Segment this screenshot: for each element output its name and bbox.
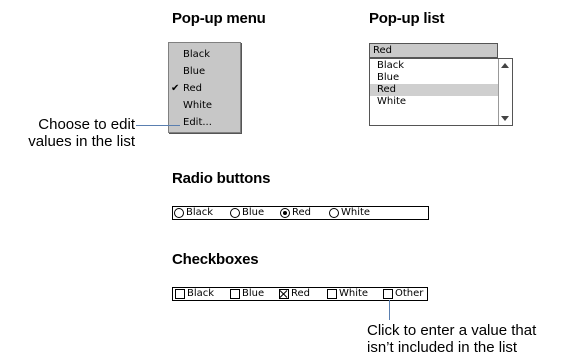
other-callout-connector [389, 300, 390, 320]
popup-menu-heading: Pop-up menu [172, 10, 266, 27]
menu-item-label: Edit... [183, 117, 212, 128]
radio-label: Blue [242, 207, 265, 218]
menu-item-label: Blue [183, 66, 206, 77]
list-item-black[interactable]: Black [370, 60, 498, 72]
radio-label: White [341, 207, 371, 218]
menu-item-edit[interactable]: Edit... [169, 114, 240, 131]
menu-item-label: Black [183, 49, 211, 60]
popup-list-box[interactable]: Black Blue Red White [369, 58, 513, 126]
radio-icon[interactable] [174, 208, 184, 218]
checkbox-icon[interactable] [230, 289, 240, 299]
list-scrollbar[interactable] [498, 59, 512, 125]
scroll-down-arrow-icon[interactable] [501, 116, 509, 121]
checkbox-label: Blue [242, 288, 265, 299]
list-item-white[interactable]: White [370, 96, 498, 108]
checkbox-label: Red [291, 288, 310, 299]
other-callout-line2: isn’t included in the list [367, 339, 518, 356]
list-item-red[interactable]: Red [370, 84, 498, 96]
checkbox-icon[interactable] [327, 289, 337, 299]
popup-list-field[interactable]: Red [369, 43, 498, 58]
checkbox-label: Black [187, 288, 215, 299]
menu-item-red[interactable]: ✔ Red [169, 80, 240, 97]
checkbox-checked-icon[interactable] [279, 289, 289, 299]
radio-icon[interactable] [329, 208, 339, 218]
radio-label: Red [292, 207, 311, 218]
checkbox-label: Other [395, 288, 424, 299]
menu-item-label: White [183, 100, 213, 111]
menu-item-blue[interactable]: Blue [169, 63, 240, 80]
checkbox-icon[interactable] [175, 289, 185, 299]
edit-callout-line1: Choose to edit [38, 116, 135, 133]
other-callout: Click to enter a value that isn’t includ… [367, 322, 536, 356]
radio-icon[interactable] [230, 208, 240, 218]
checkbox-group: Black Blue Red White Other [172, 287, 428, 301]
check-icon: ✔ [171, 83, 180, 94]
checkbox-icon[interactable] [383, 289, 393, 299]
menu-item-white[interactable]: White [169, 97, 240, 114]
list-item-blue[interactable]: Blue [370, 72, 498, 84]
radio-button-group: Black Blue Red White [172, 206, 429, 220]
radio-buttons-heading: Radio buttons [172, 170, 271, 187]
menu-item-label: Red [183, 83, 202, 94]
scroll-up-arrow-icon[interactable] [501, 63, 509, 68]
menu-item-black[interactable]: Black [169, 46, 240, 63]
popup-menu: Black Blue ✔ Red White Edit... [168, 42, 241, 133]
radio-label: Black [186, 207, 214, 218]
edit-callout-line2: values in the list [28, 133, 135, 150]
edit-callout-connector [136, 125, 180, 126]
other-callout-line1: Click to enter a value that [367, 322, 537, 339]
checkbox-label: White [339, 288, 369, 299]
edit-callout: Choose to edit values in the list [0, 116, 135, 150]
popup-list-heading: Pop-up list [369, 10, 445, 27]
checkboxes-heading: Checkboxes [172, 251, 259, 268]
radio-selected-icon[interactable] [280, 208, 290, 218]
